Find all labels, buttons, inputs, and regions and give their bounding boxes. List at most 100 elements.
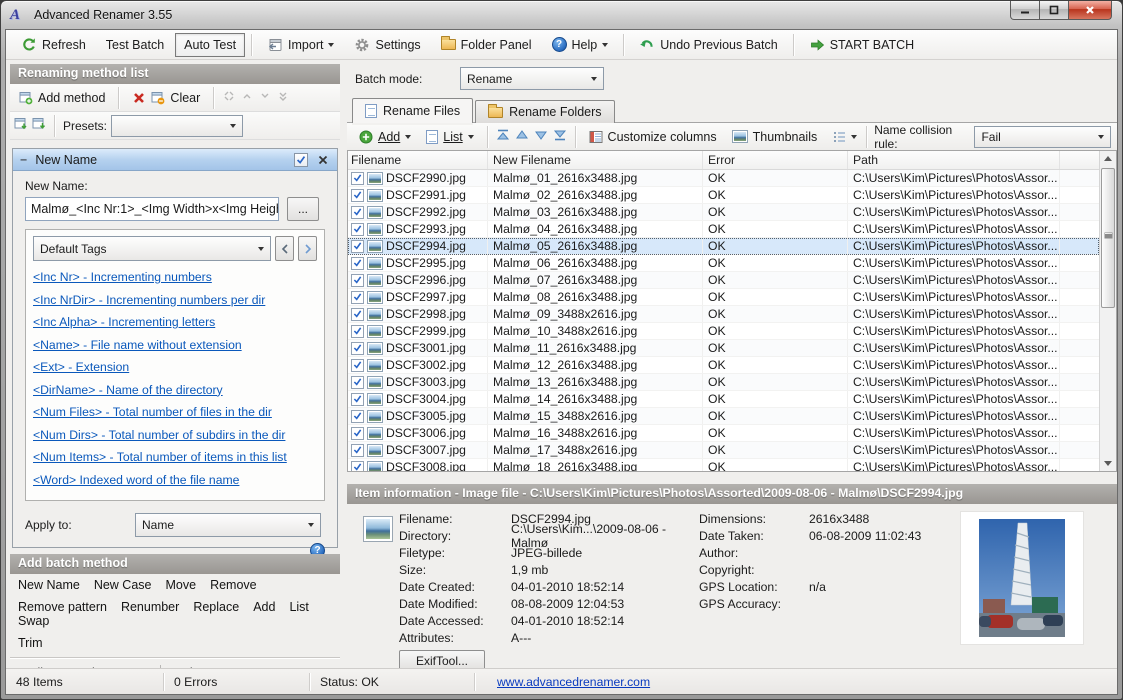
tag-link[interactable]: <Inc NrDir> - Incrementing numbers per d… bbox=[33, 293, 317, 307]
tab-rename-folders[interactable]: Rename Folders bbox=[475, 100, 614, 123]
row-checkbox[interactable] bbox=[351, 461, 364, 472]
tag-link[interactable]: <Inc Nr> - Incrementing numbers bbox=[33, 270, 317, 284]
batch-method-link[interactable]: Swap bbox=[18, 614, 49, 628]
row-checkbox[interactable] bbox=[351, 189, 364, 202]
move-top-icon[interactable] bbox=[495, 127, 511, 146]
table-row[interactable]: DSCF2993.jpg Malmø_04_2616x3488.jpg OK C… bbox=[348, 221, 1099, 238]
row-checkbox[interactable] bbox=[351, 444, 364, 457]
refresh-button[interactable]: Refresh bbox=[12, 33, 95, 57]
table-row[interactable]: DSCF2998.jpg Malmø_09_3488x2616.jpg OK C… bbox=[348, 306, 1099, 323]
row-checkbox[interactable] bbox=[351, 325, 364, 338]
tag-category-dropdown[interactable]: Default Tags bbox=[33, 236, 271, 261]
row-checkbox[interactable] bbox=[351, 342, 364, 355]
tab-rename-files[interactable]: Rename Files bbox=[352, 98, 473, 123]
tag-link[interactable]: <Inc Alpha> - Incrementing letters bbox=[33, 315, 317, 329]
start-batch-button[interactable]: START BATCH bbox=[800, 33, 924, 57]
batch-method-link[interactable]: New Case bbox=[94, 578, 152, 592]
row-checkbox[interactable] bbox=[351, 393, 364, 406]
batch-method-link[interactable]: Remove bbox=[210, 578, 257, 592]
batch-method-link[interactable]: Trim bbox=[18, 636, 43, 650]
scrollbar-thumb[interactable] bbox=[1101, 168, 1115, 308]
table-row[interactable]: DSCF2996.jpg Malmø_07_2616x3488.jpg OK C… bbox=[348, 272, 1099, 289]
tags-next-button[interactable] bbox=[298, 236, 317, 261]
auto-test-button[interactable]: Auto Test bbox=[175, 33, 245, 57]
row-checkbox[interactable] bbox=[351, 410, 364, 423]
list-button[interactable]: List bbox=[420, 125, 479, 149]
table-row[interactable]: DSCF2997.jpg Malmø_08_2616x3488.jpg OK C… bbox=[348, 289, 1099, 306]
table-row[interactable]: DSCF2994.jpg Malmø_05_2616x3488.jpg OK C… bbox=[348, 238, 1099, 255]
import-button[interactable]: Import bbox=[258, 33, 343, 57]
row-checkbox[interactable] bbox=[351, 223, 364, 236]
test-batch-button[interactable]: Test Batch bbox=[97, 33, 173, 57]
thumbnails-button[interactable]: Thumbnails bbox=[726, 125, 824, 149]
scroll-up-arrow[interactable] bbox=[1101, 151, 1115, 166]
row-checkbox[interactable] bbox=[351, 240, 364, 253]
batch-method-link[interactable]: Add bbox=[253, 600, 275, 614]
table-row[interactable]: DSCF2992.jpg Malmø_03_2616x3488.jpg OK C… bbox=[348, 204, 1099, 221]
remove-method-icon[interactable] bbox=[316, 153, 330, 167]
minimize-button[interactable] bbox=[1010, 1, 1040, 20]
row-checkbox[interactable] bbox=[351, 206, 364, 219]
table-row[interactable]: DSCF2995.jpg Malmø_06_2616x3488.jpg OK C… bbox=[348, 255, 1099, 272]
tag-link[interactable]: <DirName> - Name of the directory bbox=[33, 383, 317, 397]
tag-link[interactable]: <Ext> - Extension bbox=[33, 360, 317, 374]
batch-method-link[interactable]: New Name bbox=[18, 578, 80, 592]
tag-link[interactable]: <Word> Indexed word of the file name bbox=[33, 473, 317, 487]
table-row[interactable]: DSCF2990.jpg Malmø_01_2616x3488.jpg OK C… bbox=[348, 170, 1099, 187]
batch-method-link[interactable]: Replace bbox=[193, 600, 239, 614]
customize-columns-button[interactable]: Customize columns bbox=[583, 125, 723, 149]
move-up-icon[interactable] bbox=[514, 127, 530, 146]
row-checkbox[interactable] bbox=[351, 359, 364, 372]
tag-link[interactable]: <Num Items> - Total number of items in t… bbox=[33, 450, 317, 464]
column-header-path[interactable]: Path bbox=[848, 151, 1060, 169]
tags-prev-button[interactable] bbox=[275, 236, 294, 261]
collapse-toggle[interactable]: − bbox=[20, 153, 27, 167]
view-mode-button[interactable] bbox=[826, 125, 863, 149]
table-row[interactable]: DSCF3006.jpg Malmø_16_3488x2616.jpg OK C… bbox=[348, 425, 1099, 442]
batch-method-link[interactable]: Move bbox=[166, 578, 197, 592]
presets-dropdown[interactable] bbox=[111, 115, 243, 137]
method-header[interactable]: − New Name bbox=[13, 149, 337, 171]
tag-link[interactable]: <Name> - File name without extension bbox=[33, 338, 317, 352]
website-link[interactable]: www.advancedrenamer.com bbox=[497, 675, 650, 689]
table-row[interactable]: DSCF3005.jpg Malmø_15_3488x2616.jpg OK C… bbox=[348, 408, 1099, 425]
save-preset-icon[interactable] bbox=[14, 117, 28, 134]
row-checkbox[interactable] bbox=[351, 291, 364, 304]
batch-method-link[interactable]: Renumber bbox=[121, 600, 179, 614]
table-row[interactable]: DSCF3004.jpg Malmø_14_2616x3488.jpg OK C… bbox=[348, 391, 1099, 408]
close-button[interactable] bbox=[1068, 1, 1112, 20]
title-bar[interactable]: A Advanced Renamer 3.55 bbox=[1, 1, 1122, 29]
batch-method-link[interactable]: List bbox=[289, 600, 308, 614]
more-tags-button[interactable]: ... bbox=[287, 197, 319, 221]
table-row[interactable]: DSCF3002.jpg Malmø_12_2616x3488.jpg OK C… bbox=[348, 357, 1099, 374]
row-checkbox[interactable] bbox=[351, 257, 364, 270]
column-header-error[interactable]: Error bbox=[703, 151, 848, 169]
clear-methods-button[interactable]: Clear bbox=[127, 89, 205, 107]
row-checkbox[interactable] bbox=[351, 172, 364, 185]
add-files-button[interactable]: Add bbox=[353, 125, 417, 149]
row-checkbox[interactable] bbox=[351, 427, 364, 440]
row-checkbox[interactable] bbox=[351, 376, 364, 389]
vertical-scrollbar[interactable] bbox=[1099, 151, 1116, 471]
add-method-button[interactable]: Add method bbox=[14, 89, 110, 107]
table-row[interactable]: DSCF3008.jpg Malmø_18_2616x3488.jpg OK C… bbox=[348, 459, 1099, 471]
table-row[interactable]: DSCF2999.jpg Malmø_10_3488x2616.jpg OK C… bbox=[348, 323, 1099, 340]
table-row[interactable]: DSCF3003.jpg Malmø_13_2616x3488.jpg OK C… bbox=[348, 374, 1099, 391]
maximize-button[interactable] bbox=[1039, 1, 1069, 20]
batch-method-link[interactable]: Remove pattern bbox=[18, 600, 107, 614]
tag-link[interactable]: <Num Dirs> - Total number of subdirs in … bbox=[33, 428, 317, 442]
undo-batch-button[interactable]: Undo Previous Batch bbox=[630, 33, 786, 57]
table-row[interactable]: DSCF3001.jpg Malmø_11_2616x3488.jpg OK C… bbox=[348, 340, 1099, 357]
move-down-icon[interactable] bbox=[533, 127, 549, 146]
move-bottom-icon[interactable] bbox=[552, 127, 568, 146]
column-header-filename[interactable]: Filename bbox=[348, 151, 488, 169]
help-button[interactable]: ? Help bbox=[543, 33, 618, 57]
load-preset-icon[interactable] bbox=[32, 117, 46, 134]
method-enabled-checkbox[interactable] bbox=[294, 153, 308, 167]
row-checkbox[interactable] bbox=[351, 274, 364, 287]
apply-to-dropdown[interactable]: Name bbox=[135, 513, 321, 537]
table-row[interactable]: DSCF2991.jpg Malmø_02_2616x3488.jpg OK C… bbox=[348, 187, 1099, 204]
batch-mode-dropdown[interactable]: Rename bbox=[460, 67, 604, 90]
tag-link[interactable]: <Num Files> - Total number of files in t… bbox=[33, 405, 317, 419]
row-checkbox[interactable] bbox=[351, 308, 364, 321]
